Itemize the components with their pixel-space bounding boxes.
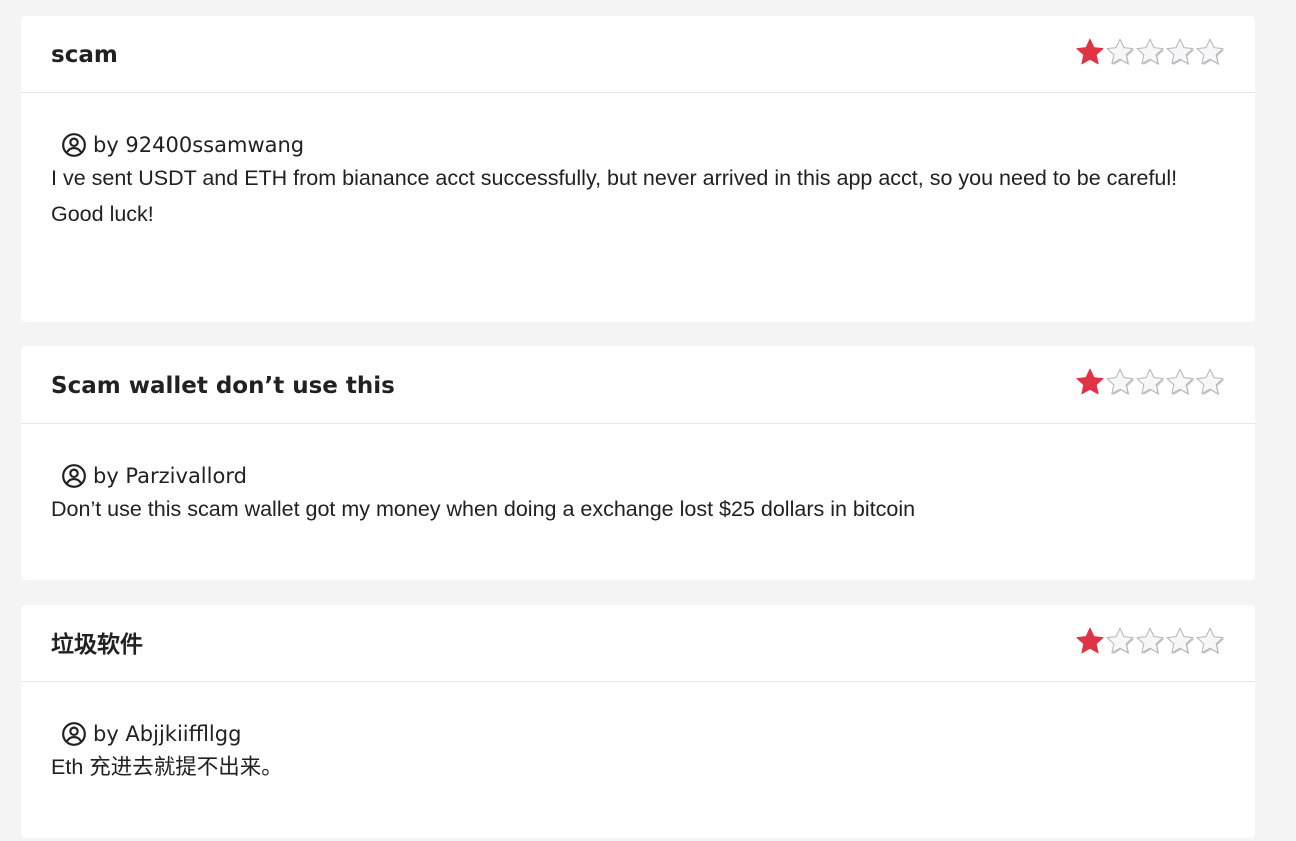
review-author: by Parzivallord xyxy=(61,461,1225,491)
review-text-line: Eth 充进去就提不出来。 xyxy=(51,755,283,779)
review-author-name: by Abjjkiiffllgg xyxy=(93,722,242,746)
review-card: Scam wallet don’t use this by Parzivallo… xyxy=(21,346,1255,580)
star-empty-icon xyxy=(1196,38,1225,66)
review-text: Don’t use this scam wallet got my money … xyxy=(51,491,1225,527)
review-title: scam xyxy=(51,42,118,68)
star-empty-icon xyxy=(1106,368,1135,396)
star-empty-icon xyxy=(1166,38,1195,66)
review-title: Scam wallet don’t use this xyxy=(51,373,395,399)
review-text-line: I ve sent USDT and ETH from bianance acc… xyxy=(51,166,1178,190)
star-empty-icon xyxy=(1196,627,1225,655)
review-body: by Parzivallord Don’t use this scam wall… xyxy=(21,424,1255,527)
review-author: by Abjjkiiffllgg xyxy=(61,719,1225,749)
star-filled-icon xyxy=(1076,38,1104,65)
review-text-line: Good luck! xyxy=(51,202,154,226)
review-text: Eth 充进去就提不出来。 xyxy=(51,749,1225,785)
user-circle-icon xyxy=(62,133,86,157)
review-header: Scam wallet don’t use this xyxy=(21,346,1255,424)
review-card: 垃圾软件 by Abjjkiiffllgg Eth 充进去就提不出来。 xyxy=(21,605,1255,838)
review-author-name: by Parzivallord xyxy=(93,464,247,488)
review-text: I ve sent USDT and ETH from bianance acc… xyxy=(51,160,1225,232)
review-header: 垃圾软件 xyxy=(21,605,1255,682)
review-body: by 92400ssamwang I ve sent USDT and ETH … xyxy=(21,93,1255,232)
review-author-name: by 92400ssamwang xyxy=(93,133,305,157)
star-empty-icon xyxy=(1106,627,1135,655)
user-circle-icon xyxy=(62,722,86,746)
review-text-line: Don’t use this scam wallet got my money … xyxy=(51,497,916,521)
star-empty-icon xyxy=(1136,368,1165,396)
star-empty-icon xyxy=(1106,38,1135,66)
star-filled-icon xyxy=(1076,368,1104,395)
star-empty-icon xyxy=(1196,368,1225,396)
star-empty-icon xyxy=(1166,368,1195,396)
user-circle-icon xyxy=(62,464,86,488)
star-rating xyxy=(1075,626,1225,656)
star-rating xyxy=(1075,367,1225,397)
review-author: by 92400ssamwang xyxy=(61,130,1225,160)
star-empty-icon xyxy=(1136,38,1165,66)
star-rating xyxy=(1075,37,1225,67)
star-empty-icon xyxy=(1166,627,1195,655)
review-body: by Abjjkiiffllgg Eth 充进去就提不出来。 xyxy=(21,682,1255,785)
star-empty-icon xyxy=(1136,627,1165,655)
star-filled-icon xyxy=(1076,627,1104,654)
review-title: 垃圾软件 xyxy=(51,632,143,658)
review-header: scam xyxy=(21,16,1255,93)
review-card: scam by 92400ssamwang I ve sent USDT and… xyxy=(21,16,1255,322)
